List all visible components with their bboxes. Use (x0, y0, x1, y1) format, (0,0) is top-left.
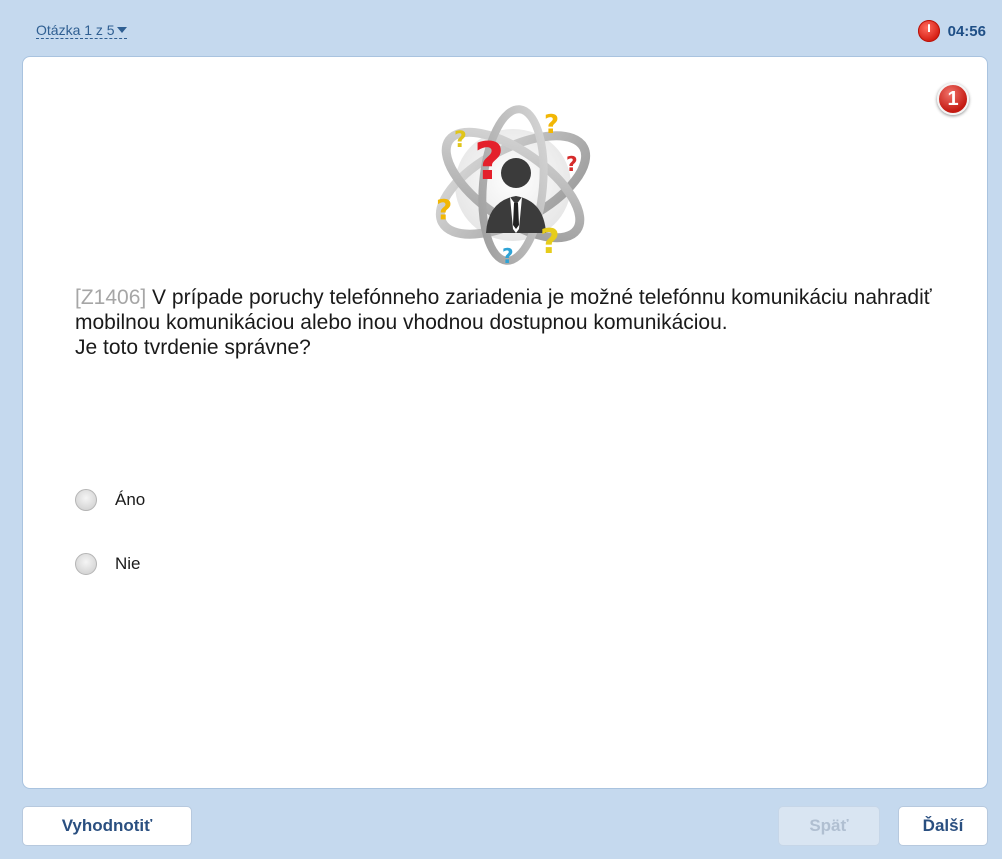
quiz-app: Otázka 1 z 5 04:56 1 ? ? ? ? ? ? ? [Z140… (0, 0, 1002, 859)
clock-icon (917, 20, 940, 42)
answer-option-ano[interactable]: Áno (75, 485, 145, 515)
question-person-illustration: ? ? ? ? ? ? ? (435, 105, 591, 268)
question-number-badge: 1 (937, 83, 969, 115)
svg-text:?: ? (436, 193, 452, 226)
evaluate-button[interactable]: Vyhodnotiť (22, 806, 192, 846)
svg-text:?: ? (454, 128, 467, 153)
question-text: [Z1406] V prípade poruchy telefónneho za… (75, 285, 955, 360)
question-line-2: Je toto tvrdenie správne? (75, 336, 311, 359)
svg-text:?: ? (502, 244, 514, 268)
answer-list: Áno Nie (75, 485, 145, 613)
radio-button[interactable] (75, 553, 97, 575)
svg-text:?: ? (540, 222, 560, 262)
answer-label: Áno (115, 490, 146, 509)
back-button[interactable]: Späť (778, 806, 880, 846)
svg-text:?: ? (474, 132, 504, 192)
answer-option-nie[interactable]: Nie (75, 549, 145, 579)
question-statement: [Z1406] V prípade poruchy telefónneho za… (75, 285, 955, 335)
timer-value: 04:56 (947, 22, 986, 40)
svg-text:?: ? (566, 152, 578, 176)
chevron-down-icon (116, 27, 127, 33)
question-card: 1 ? ? ? ? ? ? ? [Z1406] V prípade poruch… (22, 56, 988, 789)
answer-label: Nie (115, 554, 141, 573)
question-navigator-dropdown[interactable]: Otázka 1 z 5 (36, 22, 127, 39)
next-button[interactable]: Ďalší (898, 806, 988, 846)
question-line-1: V prípade poruchy telefónneho zariadenia… (75, 286, 932, 334)
question-navigator-label: Otázka 1 z 5 (36, 22, 115, 38)
timer: 04:56 (917, 20, 986, 42)
top-bar: Otázka 1 z 5 04:56 (0, 0, 1002, 56)
question-code: [Z1406] (75, 286, 147, 309)
radio-button[interactable] (75, 489, 97, 511)
svg-text:?: ? (544, 110, 559, 140)
